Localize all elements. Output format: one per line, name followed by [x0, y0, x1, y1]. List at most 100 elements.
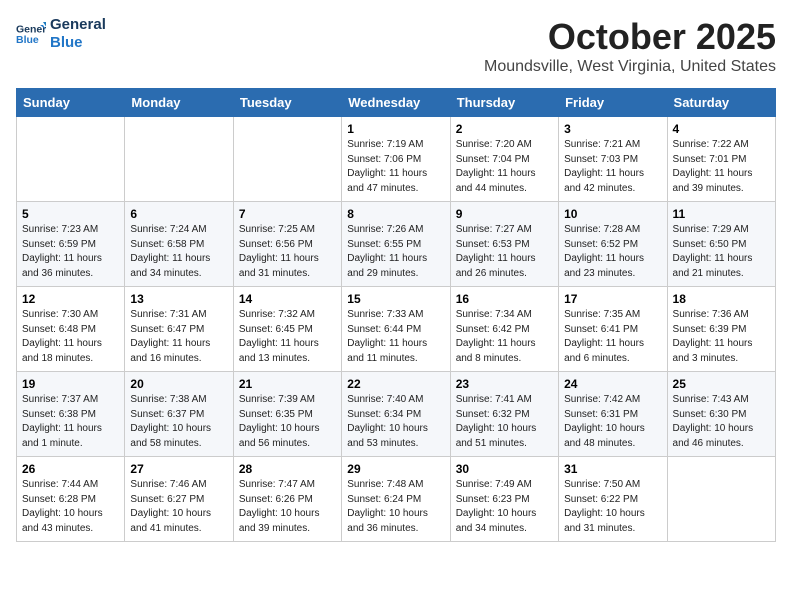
- calendar-cell: 25 Sunrise: 7:43 AM Sunset: 6:30 PM Dayli…: [667, 372, 775, 457]
- calendar-cell: 16 Sunrise: 7:34 AM Sunset: 6:42 PM Dayli…: [450, 287, 558, 372]
- day-info: Sunrise: 7:37 AM Sunset: 6:38 PM Dayligh…: [22, 393, 119, 451]
- day-info: Sunrise: 7:31 AM Sunset: 6:47 PM Dayligh…: [130, 308, 227, 366]
- day-number: 19: [22, 377, 119, 391]
- calendar-cell: [125, 117, 233, 202]
- calendar-cell: 20 Sunrise: 7:38 AM Sunset: 6:37 PM Dayli…: [125, 372, 233, 457]
- column-header-thursday: Thursday: [450, 89, 558, 117]
- column-header-monday: Monday: [125, 89, 233, 117]
- day-info: Sunrise: 7:47 AM Sunset: 6:26 PM Dayligh…: [239, 478, 336, 536]
- day-number: 5: [22, 207, 119, 221]
- column-header-saturday: Saturday: [667, 89, 775, 117]
- day-info: Sunrise: 7:30 AM Sunset: 6:48 PM Dayligh…: [22, 308, 119, 366]
- calendar-cell: [233, 117, 341, 202]
- calendar-cell: 29 Sunrise: 7:48 AM Sunset: 6:24 PM Dayli…: [342, 457, 450, 542]
- day-number: 8: [347, 207, 444, 221]
- calendar-table: SundayMondayTuesdayWednesdayThursdayFrid…: [16, 88, 776, 542]
- calendar-cell: 13Sunrise: 7:31 AM Sunset: 6:47 PM Dayli…: [125, 287, 233, 372]
- calendar-cell: 24 Sunrise: 7:42 AM Sunset: 6:31 PM Dayli…: [559, 372, 667, 457]
- day-info: Sunrise: 7:42 AM Sunset: 6:31 PM Dayligh…: [564, 393, 661, 451]
- logo-text-blue: Blue: [50, 34, 106, 52]
- week-row-4: 19 Sunrise: 7:37 AM Sunset: 6:38 PM Dayli…: [17, 372, 776, 457]
- day-number: 11: [673, 207, 770, 221]
- calendar-cell: 26Sunrise: 7:44 AM Sunset: 6:28 PM Dayli…: [17, 457, 125, 542]
- calendar-cell: 2 Sunrise: 7:20 AM Sunset: 7:04 PM Daylig…: [450, 117, 558, 202]
- day-number: 30: [456, 462, 553, 476]
- day-info: Sunrise: 7:35 AM Sunset: 6:41 PM Dayligh…: [564, 308, 661, 366]
- day-info: Sunrise: 7:36 AM Sunset: 6:39 PM Dayligh…: [673, 308, 770, 366]
- day-info: Sunrise: 7:41 AM Sunset: 6:32 PM Dayligh…: [456, 393, 553, 451]
- day-number: 14: [239, 292, 336, 306]
- day-info: Sunrise: 7:49 AM Sunset: 6:23 PM Dayligh…: [456, 478, 553, 536]
- title-block: October 2025 Moundsville, West Virginia,…: [484, 16, 776, 76]
- column-header-friday: Friday: [559, 89, 667, 117]
- day-info: Sunrise: 7:44 AM Sunset: 6:28 PM Dayligh…: [22, 478, 119, 536]
- day-number: 25: [673, 377, 770, 391]
- calendar-cell: 3 Sunrise: 7:21 AM Sunset: 7:03 PM Daylig…: [559, 117, 667, 202]
- day-info: Sunrise: 7:48 AM Sunset: 6:24 PM Dayligh…: [347, 478, 444, 536]
- day-info: Sunrise: 7:40 AM Sunset: 6:34 PM Dayligh…: [347, 393, 444, 451]
- day-info: Sunrise: 7:20 AM Sunset: 7:04 PM Dayligh…: [456, 138, 553, 196]
- day-info: Sunrise: 7:34 AM Sunset: 6:42 PM Dayligh…: [456, 308, 553, 366]
- day-info: Sunrise: 7:39 AM Sunset: 6:35 PM Dayligh…: [239, 393, 336, 451]
- column-header-sunday: Sunday: [17, 89, 125, 117]
- calendar-cell: 11Sunrise: 7:29 AM Sunset: 6:50 PM Dayli…: [667, 202, 775, 287]
- day-info: Sunrise: 7:25 AM Sunset: 6:56 PM Dayligh…: [239, 223, 336, 281]
- day-number: 24: [564, 377, 661, 391]
- calendar-cell: 17 Sunrise: 7:35 AM Sunset: 6:41 PM Dayli…: [559, 287, 667, 372]
- logo: General Blue General Blue: [16, 16, 106, 52]
- column-header-tuesday: Tuesday: [233, 89, 341, 117]
- calendar-cell: 18 Sunrise: 7:36 AM Sunset: 6:39 PM Dayli…: [667, 287, 775, 372]
- calendar-cell: 7Sunrise: 7:25 AM Sunset: 6:56 PM Daylig…: [233, 202, 341, 287]
- week-row-2: 5 Sunrise: 7:23 AM Sunset: 6:59 PM Daylig…: [17, 202, 776, 287]
- day-info: Sunrise: 7:43 AM Sunset: 6:30 PM Dayligh…: [673, 393, 770, 451]
- calendar-header-row: SundayMondayTuesdayWednesdayThursdayFrid…: [17, 89, 776, 117]
- calendar-cell: 23 Sunrise: 7:41 AM Sunset: 6:32 PM Dayli…: [450, 372, 558, 457]
- day-number: 16: [456, 292, 553, 306]
- calendar-cell: 5 Sunrise: 7:23 AM Sunset: 6:59 PM Daylig…: [17, 202, 125, 287]
- day-number: 27: [130, 462, 227, 476]
- calendar-cell: 12 Sunrise: 7:30 AM Sunset: 6:48 PM Dayli…: [17, 287, 125, 372]
- day-info: Sunrise: 7:26 AM Sunset: 6:55 PM Dayligh…: [347, 223, 444, 281]
- calendar-cell: 4Sunrise: 7:22 AM Sunset: 7:01 PM Daylig…: [667, 117, 775, 202]
- calendar-cell: 27 Sunrise: 7:46 AM Sunset: 6:27 PM Dayli…: [125, 457, 233, 542]
- calendar-cell: 19 Sunrise: 7:37 AM Sunset: 6:38 PM Dayli…: [17, 372, 125, 457]
- calendar-cell: 31Sunrise: 7:50 AM Sunset: 6:22 PM Dayli…: [559, 457, 667, 542]
- day-info: Sunrise: 7:21 AM Sunset: 7:03 PM Dayligh…: [564, 138, 661, 196]
- day-number: 17: [564, 292, 661, 306]
- day-number: 12: [22, 292, 119, 306]
- day-number: 23: [456, 377, 553, 391]
- week-row-1: 1Sunrise: 7:19 AM Sunset: 7:06 PM Daylig…: [17, 117, 776, 202]
- calendar-cell: [667, 457, 775, 542]
- day-number: 18: [673, 292, 770, 306]
- day-number: 10: [564, 207, 661, 221]
- day-info: Sunrise: 7:46 AM Sunset: 6:27 PM Dayligh…: [130, 478, 227, 536]
- calendar-cell: 21 Sunrise: 7:39 AM Sunset: 6:35 PM Dayli…: [233, 372, 341, 457]
- day-number: 22: [347, 377, 444, 391]
- calendar-cell: 9Sunrise: 7:27 AM Sunset: 6:53 PM Daylig…: [450, 202, 558, 287]
- day-number: 2: [456, 122, 553, 136]
- day-info: Sunrise: 7:38 AM Sunset: 6:37 PM Dayligh…: [130, 393, 227, 451]
- day-number: 20: [130, 377, 227, 391]
- day-info: Sunrise: 7:28 AM Sunset: 6:52 PM Dayligh…: [564, 223, 661, 281]
- day-number: 29: [347, 462, 444, 476]
- day-info: Sunrise: 7:22 AM Sunset: 7:01 PM Dayligh…: [673, 138, 770, 196]
- day-number: 1: [347, 122, 444, 136]
- day-info: Sunrise: 7:23 AM Sunset: 6:59 PM Dayligh…: [22, 223, 119, 281]
- calendar-cell: 22 Sunrise: 7:40 AM Sunset: 6:34 PM Dayli…: [342, 372, 450, 457]
- calendar-cell: 6Sunrise: 7:24 AM Sunset: 6:58 PM Daylig…: [125, 202, 233, 287]
- calendar-cell: 14Sunrise: 7:32 AM Sunset: 6:45 PM Dayli…: [233, 287, 341, 372]
- day-info: Sunrise: 7:33 AM Sunset: 6:44 PM Dayligh…: [347, 308, 444, 366]
- month-title: October 2025: [484, 16, 776, 58]
- day-number: 3: [564, 122, 661, 136]
- logo-text-general: General: [50, 16, 106, 34]
- day-number: 15: [347, 292, 444, 306]
- page-header: General Blue General Blue October 2025 M…: [16, 16, 776, 76]
- day-number: 21: [239, 377, 336, 391]
- location: Moundsville, West Virginia, United State…: [484, 58, 776, 76]
- logo-icon: General Blue: [16, 19, 46, 49]
- day-number: 28: [239, 462, 336, 476]
- calendar-cell: 30 Sunrise: 7:49 AM Sunset: 6:23 PM Dayli…: [450, 457, 558, 542]
- calendar-cell: [17, 117, 125, 202]
- day-info: Sunrise: 7:24 AM Sunset: 6:58 PM Dayligh…: [130, 223, 227, 281]
- day-number: 9: [456, 207, 553, 221]
